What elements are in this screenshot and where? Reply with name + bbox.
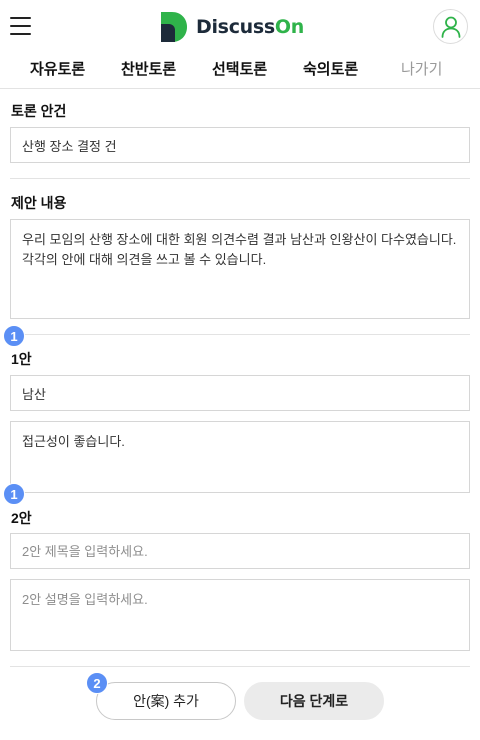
user-icon [441,16,460,38]
tab-choice-debate[interactable]: 선택토론 [212,58,267,79]
logo-mark-icon [161,12,187,42]
divider [10,666,470,667]
option-1-description-textarea[interactable]: 접근성이 좋습니다. [10,421,470,493]
profile-button[interactable] [433,9,468,44]
topic-label: 토론 안건 [11,103,67,119]
option-2-title-input[interactable] [10,533,470,569]
logo-text-main: Discuss [196,16,275,38]
divider [10,334,470,335]
hamburger-icon [10,17,31,19]
option-2-description-textarea[interactable] [10,579,470,651]
tab-exit[interactable]: 나가기 [401,58,442,79]
option-1-title-input[interactable] [10,375,470,411]
debate-type-tabs: 자유토론 찬반토론 선택토론 숙의토론 나가기 [0,56,480,88]
logo-text-accent: On [274,16,304,38]
topic-input[interactable] [10,127,470,163]
option-1-label: 1안 [11,351,32,367]
option-2-label: 2안 [11,510,32,526]
step-badge: 1 [3,483,25,505]
hamburger-icon-line [10,25,31,27]
step-badge: 1 [3,325,25,347]
hamburger-icon-line [10,33,31,35]
tab-deliberative-debate[interactable]: 숙의토론 [303,58,358,79]
add-option-button[interactable]: 안(案) 추가 [96,682,236,720]
divider [10,178,470,179]
menu-button[interactable] [10,16,31,36]
step-badge: 2 [86,672,108,694]
proposal-label: 제안 내용 [11,195,67,211]
tab-pro-con-debate[interactable]: 찬반토론 [121,58,176,79]
tabs-divider [0,88,480,89]
app-header: DiscussOn [0,0,480,52]
app-logo[interactable]: DiscussOn [160,12,304,42]
proposal-textarea[interactable]: 우리 모임의 산행 장소에 대한 회원 의견수렴 결과 남산과 인왕산이 다수였… [10,219,470,319]
next-step-button[interactable]: 다음 단계로 [244,682,384,720]
tab-free-debate[interactable]: 자유토론 [30,58,85,79]
logo-text: DiscussOn [196,16,304,38]
